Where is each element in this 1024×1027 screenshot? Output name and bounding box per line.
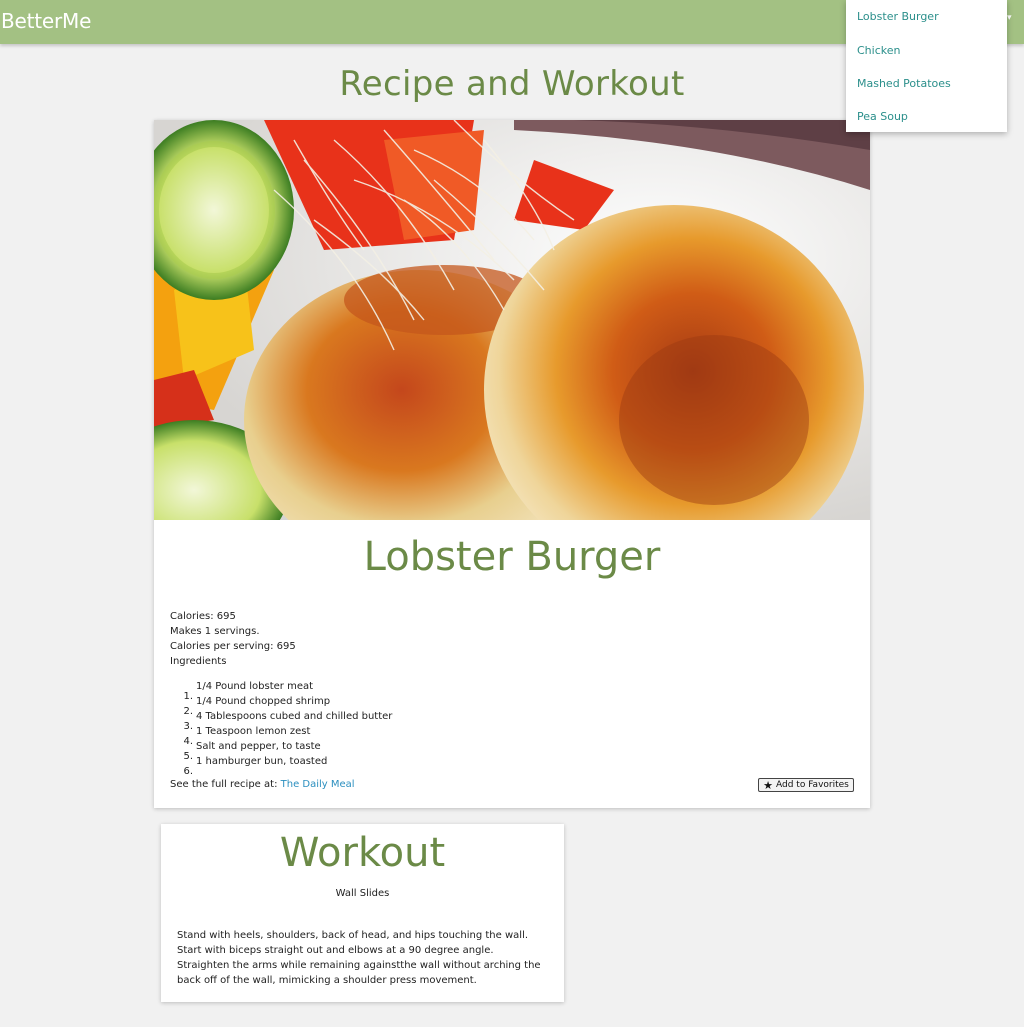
exercise-name: Wall Slides <box>335 888 390 899</box>
source-link[interactable]: The Daily Meal <box>281 779 355 790</box>
add-to-favorites-button[interactable]: ★ Add to Favorites <box>758 778 854 792</box>
recipe-name: Lobster Burger <box>363 534 661 580</box>
ingredients-list: 1. 1/4 Pound lobster meat 2. 1/4 Pound cho… <box>183 679 393 777</box>
dropdown-item-lobster-burger[interactable]: Lobster Burger <box>857 10 939 23</box>
brand-link[interactable]: BetterMe <box>1 9 91 33</box>
workout-title: Workout <box>279 830 446 876</box>
list-item: 6. 1 hamburger bun, toasted <box>183 756 328 777</box>
chevron-down-icon[interactable]: ▾ <box>1007 14 1016 23</box>
recipe-source: See the full recipe at: The Daily Meal <box>170 779 355 790</box>
recipe-image <box>154 120 870 520</box>
recipe-card: Lobster Burger Calories: 695 Makes 1 ser… <box>154 120 870 808</box>
exercise-description: Stand with heels, shoulders, back of hea… <box>177 930 541 986</box>
calories-text: Calories: 695 <box>170 611 236 622</box>
servings-text: Makes 1 servings. <box>170 626 260 637</box>
list-item: 3. 4 Tablespoons cubed and chilled butter <box>183 711 393 732</box>
list-item: 2. 1/4 Pound chopped shrimp <box>183 696 331 717</box>
dropdown-item-chicken[interactable]: Chicken <box>857 44 900 57</box>
recipe-stats: Calories: 695 Makes 1 servings. Calories… <box>170 609 296 669</box>
list-item: 1. 1/4 Pound lobster meat <box>183 681 314 702</box>
list-item: 4. 1 Teaspoon lemon zest <box>183 726 311 747</box>
workout-card: Workout Wall Slides Stand with heels, sh… <box>161 824 564 1002</box>
dropdown-item-mashed-potatoes[interactable]: Mashed Potatoes <box>857 77 951 90</box>
list-item: 5. Salt and pepper, to taste <box>183 741 321 762</box>
add-to-favorites-label: Add to Favorites <box>776 780 849 790</box>
star-icon: ★ <box>763 778 774 792</box>
dropdown-item-pea-soup[interactable]: Pea Soup <box>857 110 908 123</box>
calories-per-serving-text: Calories per serving: 695 <box>170 641 296 652</box>
ingredients-label: Ingredients <box>170 656 227 667</box>
recipe-dropdown-menu: Lobster Burger Chicken Mashed Potatoes P… <box>846 0 1007 132</box>
source-prefix: See the full recipe at: <box>170 779 278 790</box>
